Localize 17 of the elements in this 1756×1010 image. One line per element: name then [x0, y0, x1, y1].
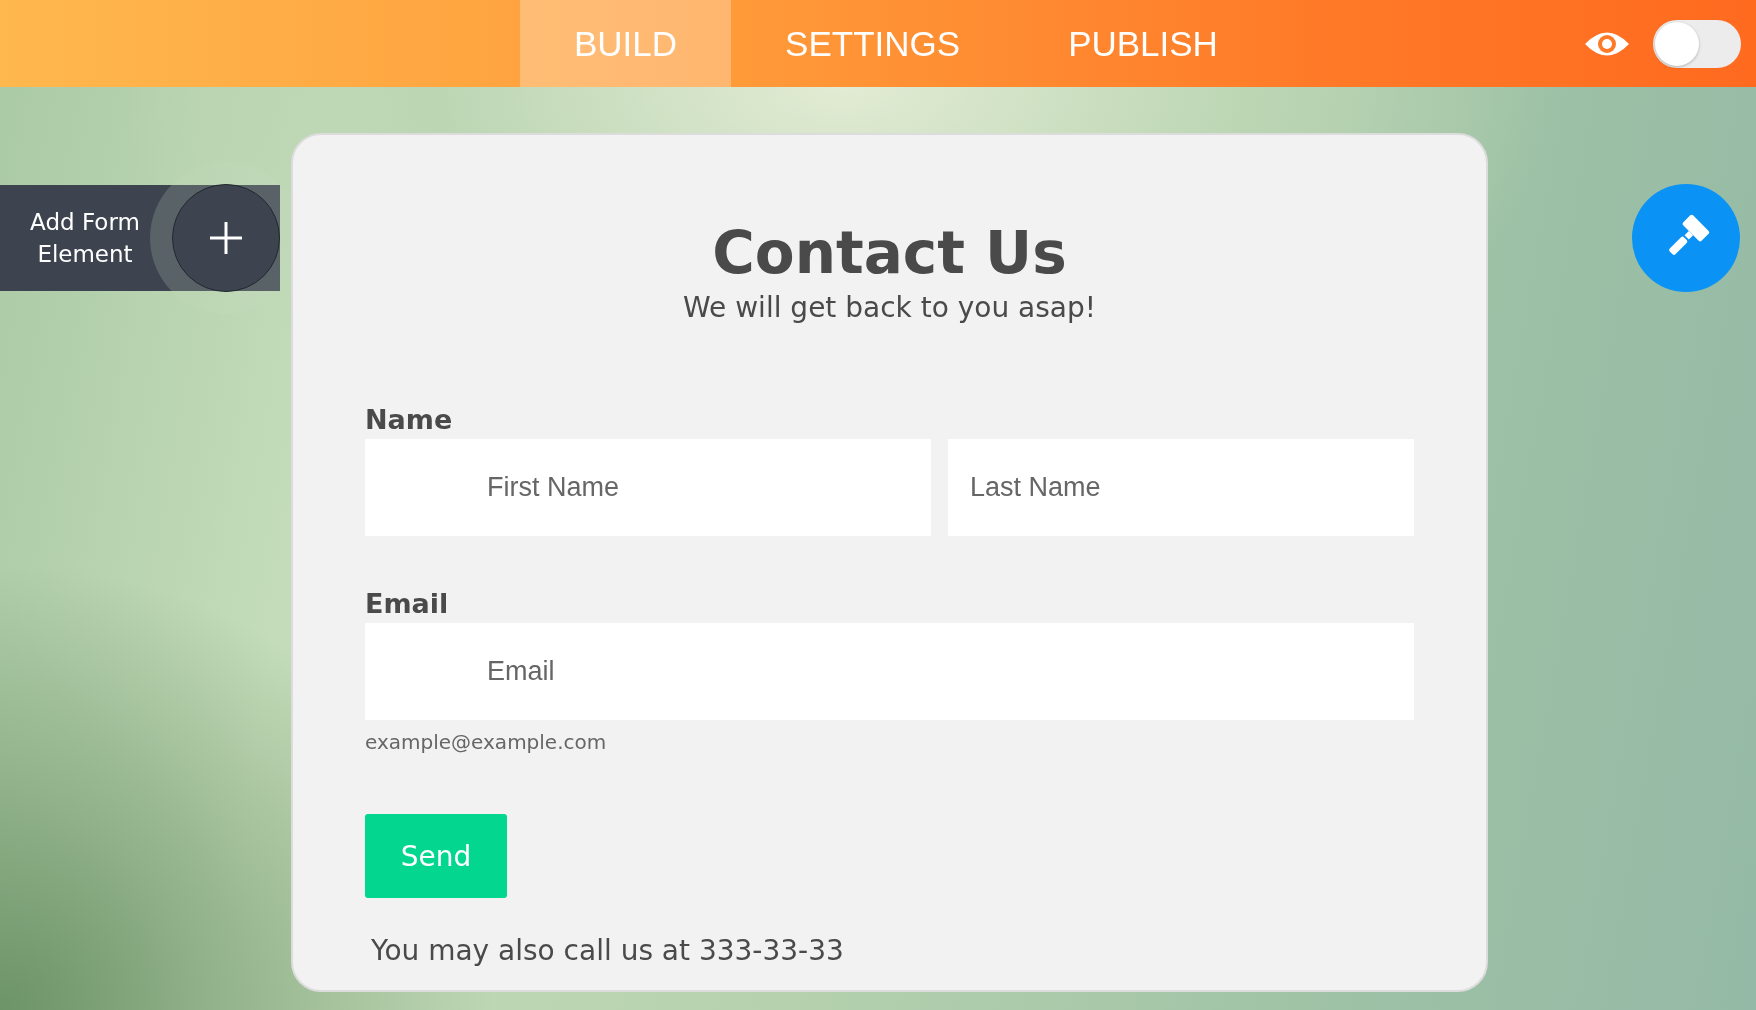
input-field[interactable]: Email	[365, 623, 1414, 720]
nav-tab[interactable]: PUBLISH	[1014, 0, 1272, 87]
preview-toggle[interactable]	[1653, 19, 1741, 68]
send-button[interactable]: Send	[365, 814, 507, 898]
field-label: Email	[365, 588, 450, 619]
input-field[interactable]: First Name	[365, 439, 931, 536]
form-title: Contact Us	[711, 218, 1068, 289]
form-subtitle: We will get back to you asap!	[682, 291, 1097, 324]
field-hint: example@example.com	[365, 730, 608, 754]
add-button[interactable]	[172, 184, 280, 292]
input-field[interactable]: Last Name	[948, 439, 1414, 536]
nav-tab[interactable]: SETTINGS	[731, 0, 1015, 87]
plus-icon	[208, 220, 244, 256]
nav-tab[interactable]: BUILD	[520, 0, 732, 87]
field-label: Name	[365, 404, 454, 435]
footer-text: You may also call us at 333-33-33	[371, 934, 845, 967]
add-element-label: Add Form Element	[29, 208, 141, 269]
